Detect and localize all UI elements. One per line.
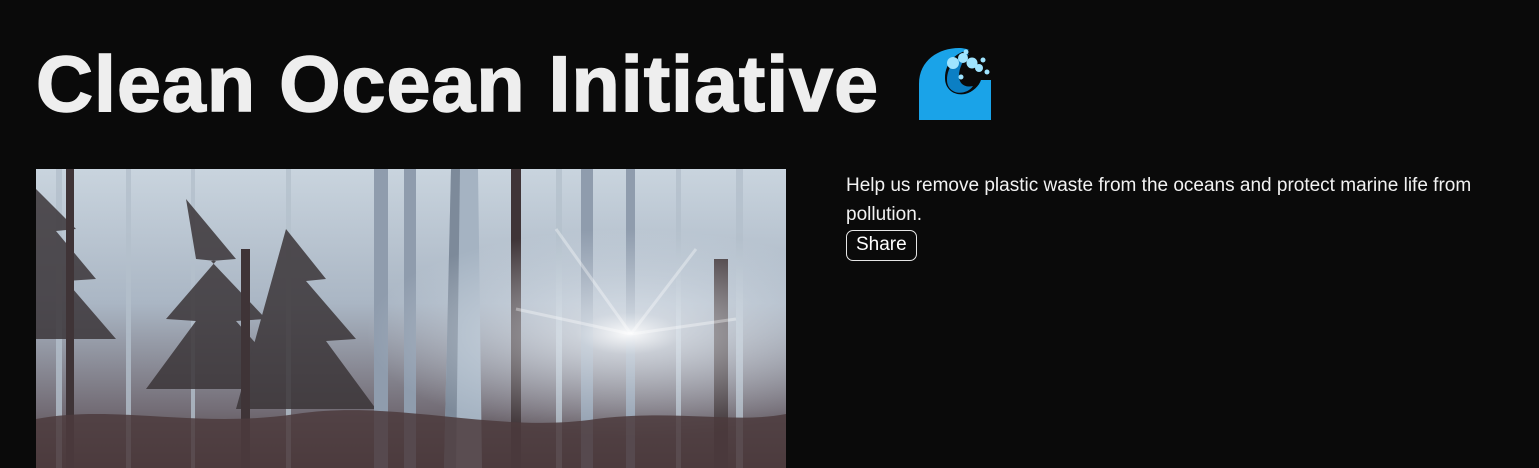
hero-forest-image [36,169,786,468]
initiative-description: Help us remove plastic waste from the oc… [846,175,1472,225]
share-button[interactable]: Share [846,230,917,261]
header: Clean Ocean Initiative [35,39,993,128]
water-wave-icon [917,46,993,122]
info-panel: Help us remove plastic waste from the oc… [846,171,1526,261]
page-title: Clean Ocean Initiative [35,39,880,128]
